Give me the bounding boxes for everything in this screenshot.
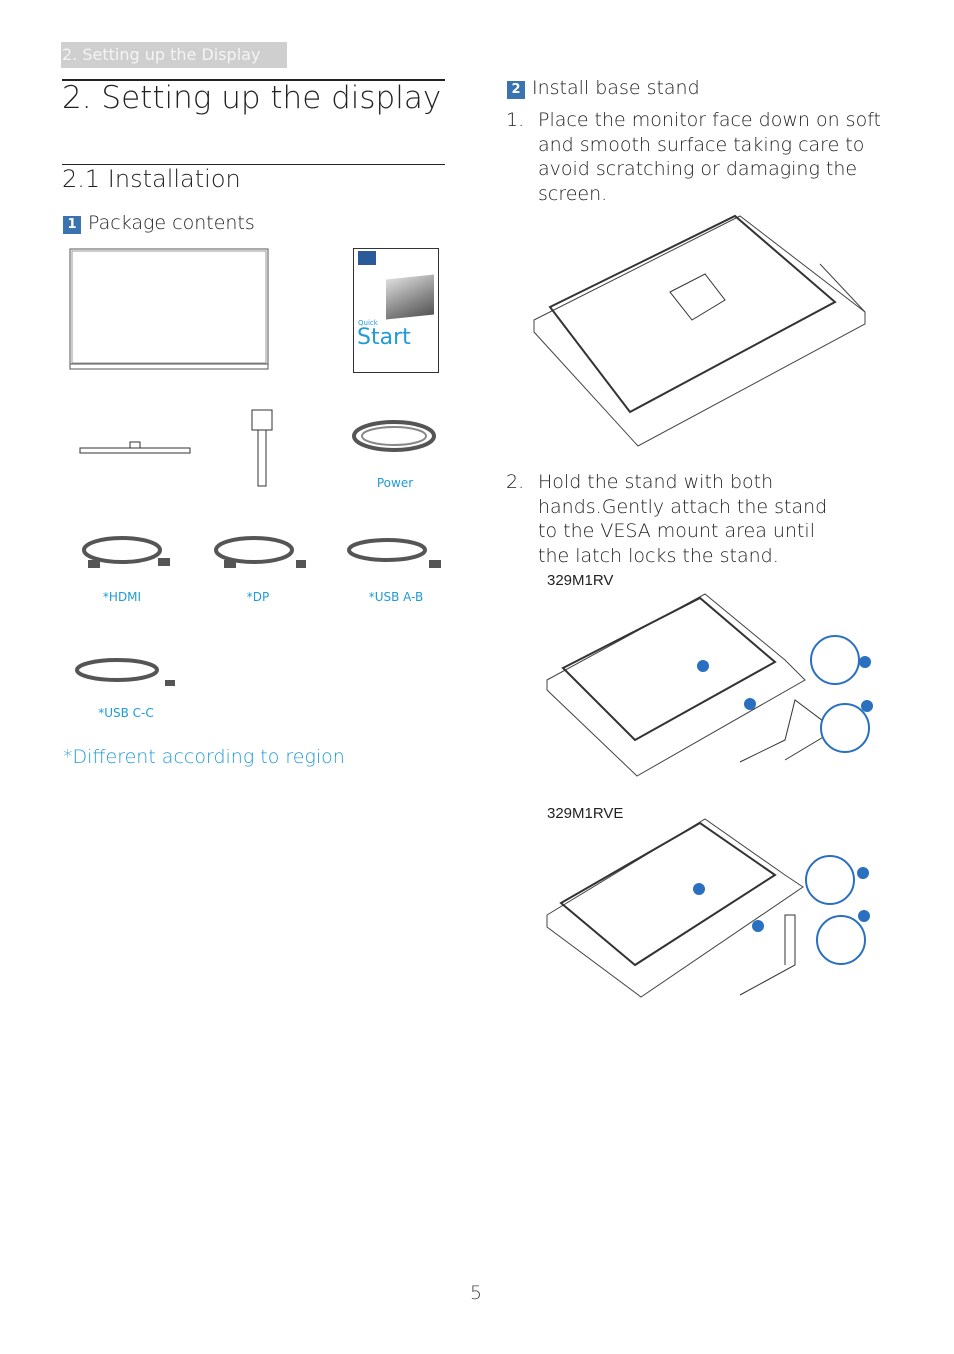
caption-usb-ab: *USB A-B	[368, 590, 424, 604]
step-heading-text: Install base stand	[532, 77, 700, 99]
caption-power: Power	[376, 476, 414, 490]
list-number: 1.	[506, 109, 525, 131]
power-cable-icon	[352, 420, 436, 452]
caption-hdmi: *HDMI	[102, 590, 142, 604]
step2-heading: 2 Install base stand	[507, 77, 700, 99]
region-note: *Different according to region	[63, 746, 345, 768]
section-title: 2.1 Installation	[62, 165, 241, 193]
stand-illustration	[251, 409, 273, 487]
step-heading-text: Package contents	[88, 212, 255, 234]
brand-logo	[358, 251, 376, 265]
base-illustration	[79, 441, 191, 454]
monitor-illustration	[69, 248, 269, 370]
list-item-text: Hold the stand with both hands.Gently at…	[538, 471, 828, 567]
page-title: 2. Setting up the display	[62, 80, 442, 116]
stand-attach-illustration-329M1RVE	[546, 818, 870, 998]
page-number: 5	[470, 1282, 483, 1304]
caption-usb-cc: *USB C-C	[98, 706, 154, 720]
list-item-text: Place the monitor face down on soft and …	[538, 109, 882, 205]
model-label: 329M1RV	[547, 572, 614, 589]
step-badge: 2	[507, 81, 525, 99]
step1-heading: 1 Package contents	[63, 212, 255, 234]
start-label: Start	[357, 325, 411, 350]
caption-dp: *DP	[246, 590, 270, 604]
dp-cable-icon	[214, 536, 306, 568]
list-number: 2.	[506, 471, 525, 493]
usb-cc-cable-icon	[75, 658, 175, 686]
monitor-picture	[386, 274, 434, 320]
hdmi-cable-icon	[82, 536, 170, 568]
stand-attach-illustration-329M1RV	[546, 593, 873, 777]
running-header: 2. Setting up the Display	[61, 42, 287, 68]
monitor-face-down-illustration	[533, 214, 866, 447]
usb-ab-cable-icon	[347, 538, 441, 568]
step-badge: 1	[63, 216, 81, 234]
quick-start-guide: Quick Start	[353, 248, 439, 373]
